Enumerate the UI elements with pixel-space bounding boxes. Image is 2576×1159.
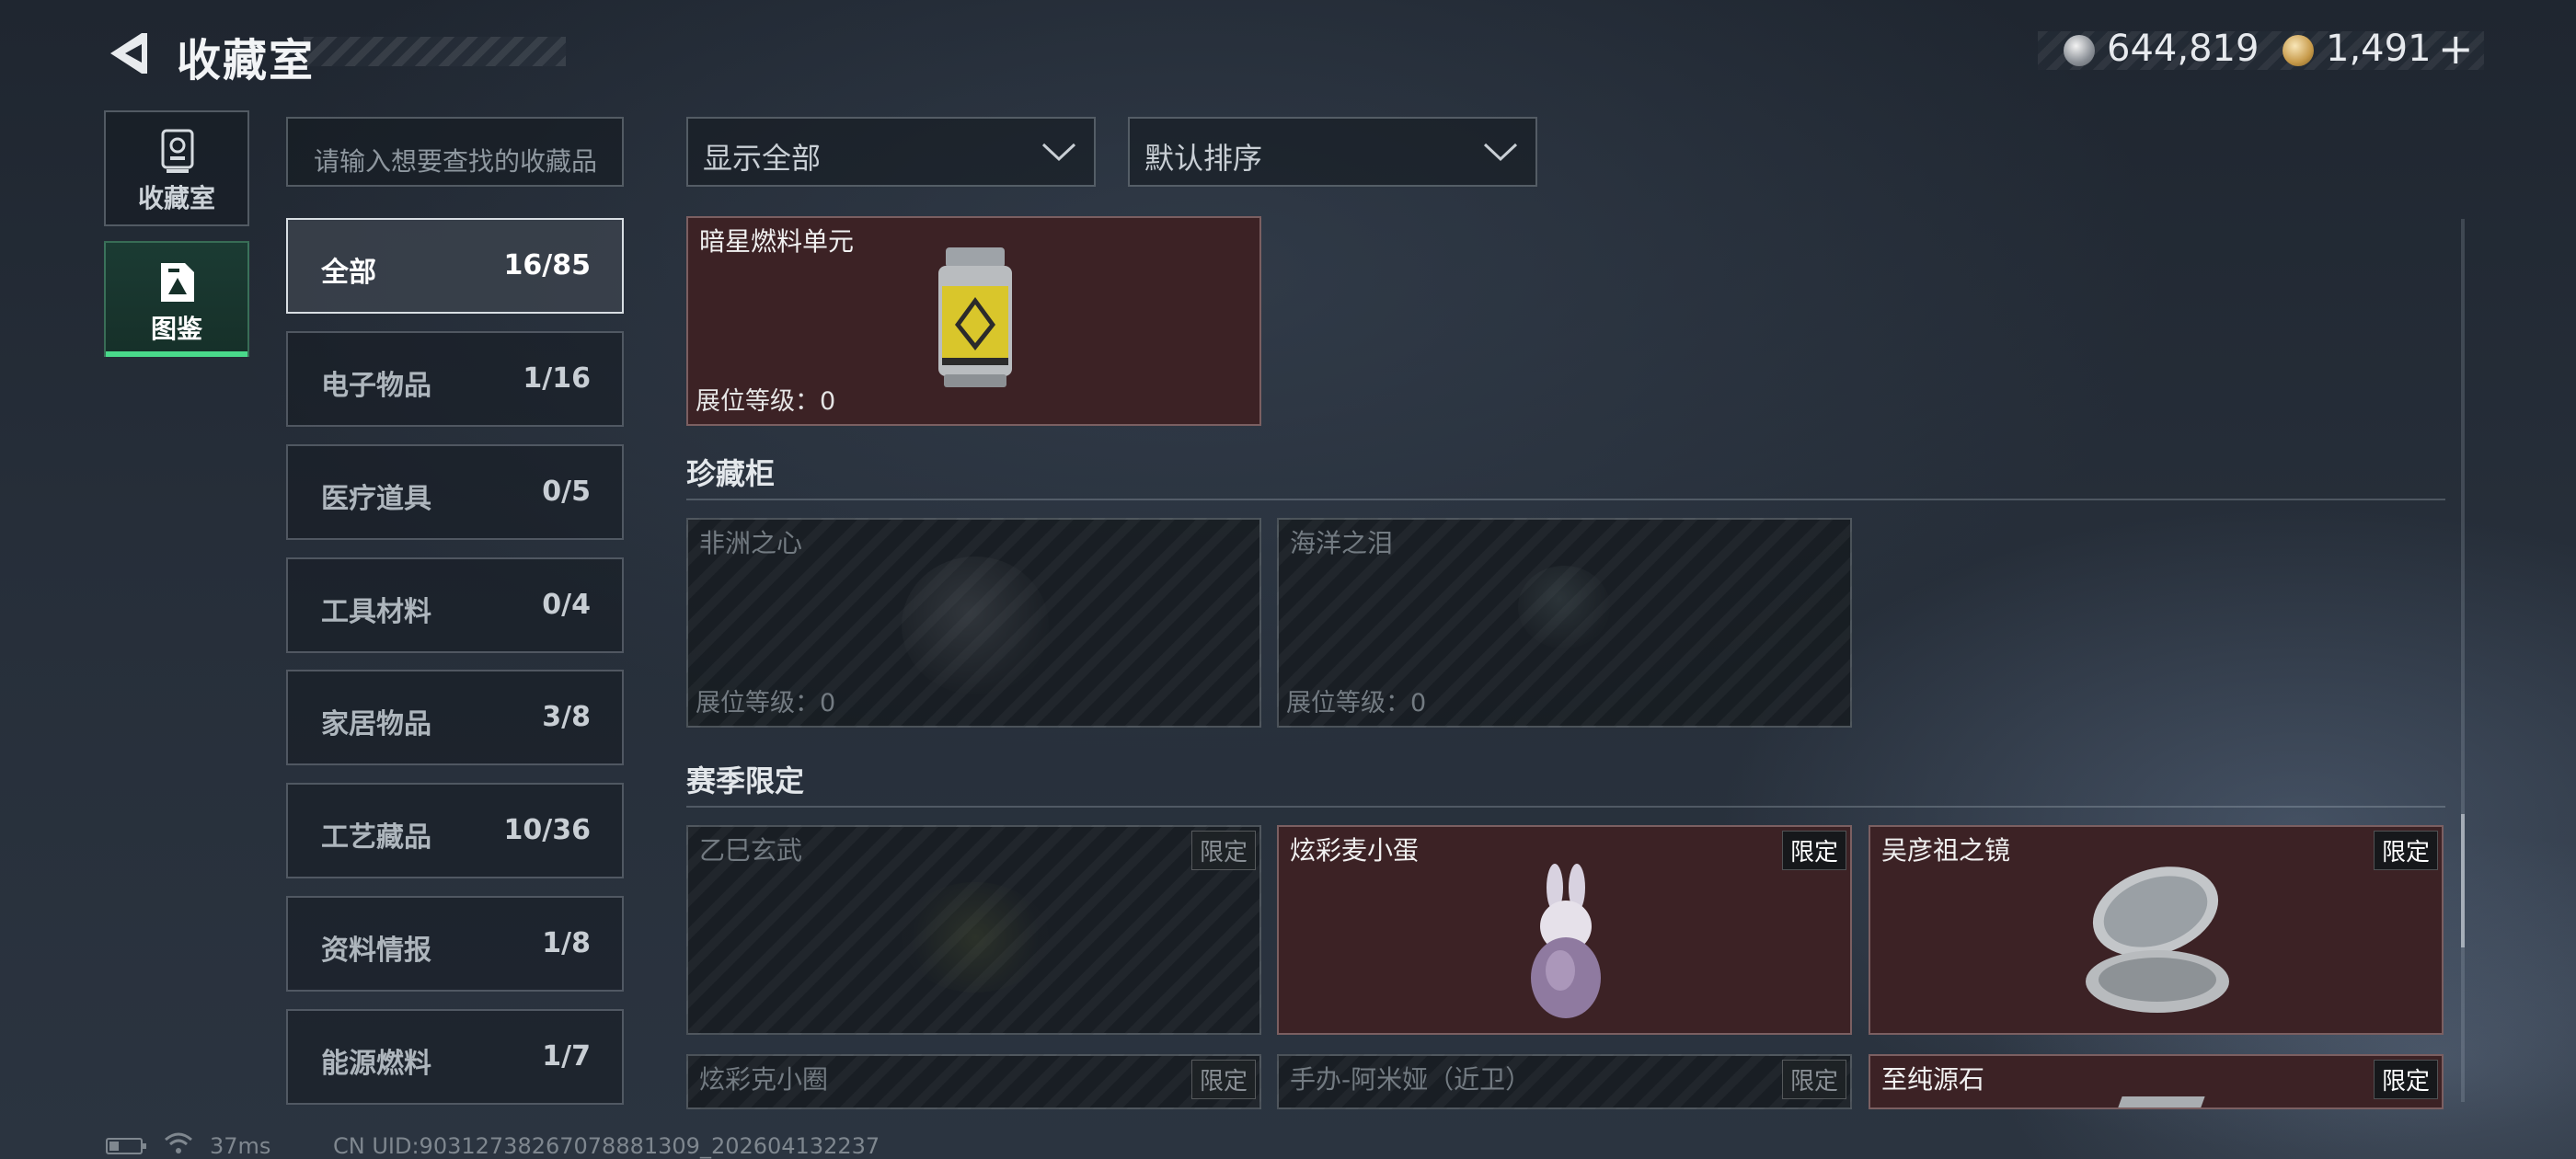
filter-dropdown-value: 显示全部 <box>703 141 822 176</box>
gold-currency-value: 1,491 <box>2326 28 2432 70</box>
category-crafts[interactable]: 工艺藏品 10/36 <box>286 783 624 878</box>
category-label: 医疗道具 <box>321 483 431 515</box>
section-divider <box>686 806 2445 808</box>
category-count: 0/5 <box>542 476 591 508</box>
sort-dropdown[interactable]: 默认排序 <box>1128 117 1537 187</box>
display-level: 展位等级：0 <box>696 689 836 717</box>
limited-badge: 限定 <box>1190 831 1256 870</box>
item-name: 炫彩克小圈 <box>699 1064 829 1095</box>
collectible-card[interactable]: 乙巳玄武 限定 <box>686 825 1261 1035</box>
active-indicator <box>106 351 247 357</box>
category-all[interactable]: 全部 16/85 <box>286 218 624 314</box>
title-decoration <box>304 37 566 66</box>
nav-label: 收藏室 <box>137 183 215 213</box>
locked-item-silhouette <box>902 882 1049 993</box>
search-input[interactable] <box>286 117 624 187</box>
bunny-egg-figure-image <box>1531 864 1601 1018</box>
category-count: 1/8 <box>542 927 591 959</box>
locked-item-silhouette <box>902 557 1049 694</box>
sort-dropdown-value: 默认排序 <box>1144 141 1263 176</box>
limited-badge: 限定 <box>1781 1060 1846 1099</box>
collectible-card[interactable]: 非洲之心 展位等级：0 <box>686 518 1261 728</box>
wifi-icon <box>165 1132 192 1153</box>
category-medical[interactable]: 医疗道具 0/5 <box>286 444 624 540</box>
scrollbar-track[interactable] <box>2461 219 2465 1102</box>
collectible-card[interactable]: 海洋之泪 展位等级：0 <box>1277 518 1852 728</box>
category-label: 全部 <box>321 257 376 289</box>
category-count: 16/85 <box>503 249 591 281</box>
page-title: 收藏室 <box>177 35 316 86</box>
collectible-card[interactable]: 炫彩麦小蛋 限定 <box>1277 825 1852 1035</box>
category-count: 3/8 <box>542 701 591 733</box>
collectible-card[interactable]: 炫彩克小圈 限定 <box>686 1054 1261 1109</box>
item-name: 至纯源石 <box>1881 1064 1985 1095</box>
category-household[interactable]: 家居物品 3/8 <box>286 670 624 765</box>
category-label: 家居物品 <box>321 708 431 740</box>
category-fuel[interactable]: 能源燃料 1/7 <box>286 1009 624 1105</box>
category-count: 1/7 <box>542 1040 591 1073</box>
scrollbar-thumb[interactable] <box>2461 814 2465 947</box>
category-count: 0/4 <box>542 589 591 621</box>
silver-currency-value: 644,819 <box>2107 28 2260 70</box>
category-count: 10/36 <box>503 814 591 846</box>
silver-coin-icon <box>2064 35 2095 66</box>
limited-badge: 限定 <box>2373 831 2438 870</box>
section-title-cabinet: 珍藏柜 <box>686 456 776 491</box>
compact-mirror-image <box>2086 866 2229 1013</box>
category-label: 工艺藏品 <box>321 821 431 854</box>
category-tools[interactable]: 工具材料 0/4 <box>286 557 624 653</box>
display-level: 展位等级：0 <box>696 387 836 416</box>
source-stone-image <box>2115 1096 2205 1107</box>
item-name: 手办-阿米娅（近卫） <box>1290 1064 1532 1095</box>
item-name: 非洲之心 <box>699 528 803 558</box>
back-arrow-icon <box>110 33 147 74</box>
section-title-season: 赛季限定 <box>686 763 805 798</box>
item-name: 乙巳玄武 <box>699 835 803 866</box>
limited-badge: 限定 <box>1190 1060 1256 1099</box>
display-level: 展位等级：0 <box>1286 689 1427 717</box>
catalog-icon <box>161 263 194 302</box>
collectible-card[interactable]: 暗星燃料单元 展位等级：0 <box>686 216 1261 426</box>
collectible-card[interactable]: 吴彦祖之镜 限定 <box>1869 825 2444 1035</box>
nav-collection-room[interactable]: 收藏室 <box>104 110 249 226</box>
section-divider <box>686 499 2445 500</box>
back-button[interactable] <box>101 26 156 81</box>
locked-item-silhouette <box>1518 566 1610 648</box>
trophy-icon <box>161 129 194 173</box>
limited-badge: 限定 <box>1781 831 1846 870</box>
filter-dropdown[interactable]: 显示全部 <box>686 117 1096 187</box>
category-label: 资料情报 <box>321 935 431 967</box>
chevron-down-icon <box>1483 143 1518 162</box>
category-intel[interactable]: 资料情报 1/8 <box>286 896 624 992</box>
category-count: 1/16 <box>523 362 591 395</box>
limited-badge: 限定 <box>2373 1060 2438 1099</box>
gold-coin-icon <box>2283 35 2314 66</box>
nav-catalog[interactable]: 图鉴 <box>104 241 249 357</box>
battery-icon <box>106 1138 146 1154</box>
item-name: 吴彦祖之镜 <box>1881 835 2011 866</box>
collectible-card[interactable]: 手办-阿米娅（近卫） 限定 <box>1277 1054 1852 1109</box>
category-label: 工具材料 <box>321 596 431 628</box>
user-uid: CN UID:903127382670788813​09_20260413223… <box>333 1133 880 1159</box>
item-name: 炫彩麦小蛋 <box>1290 835 1420 866</box>
category-electronics[interactable]: 电子物品 1/16 <box>286 331 624 427</box>
item-name: 暗星燃料单元 <box>699 226 855 257</box>
chevron-down-icon <box>1041 143 1076 162</box>
category-label: 电子物品 <box>321 370 431 402</box>
item-name: 海洋之泪 <box>1290 528 1394 558</box>
ping-readout: 37ms <box>210 1133 271 1159</box>
add-currency-button[interactable]: + <box>2438 24 2474 74</box>
collectible-card[interactable]: 至纯源石 限定 <box>1869 1054 2444 1109</box>
fuel-canister-image <box>938 247 1012 387</box>
nav-label: 图鉴 <box>150 314 202 344</box>
category-label: 能源燃料 <box>321 1048 431 1080</box>
